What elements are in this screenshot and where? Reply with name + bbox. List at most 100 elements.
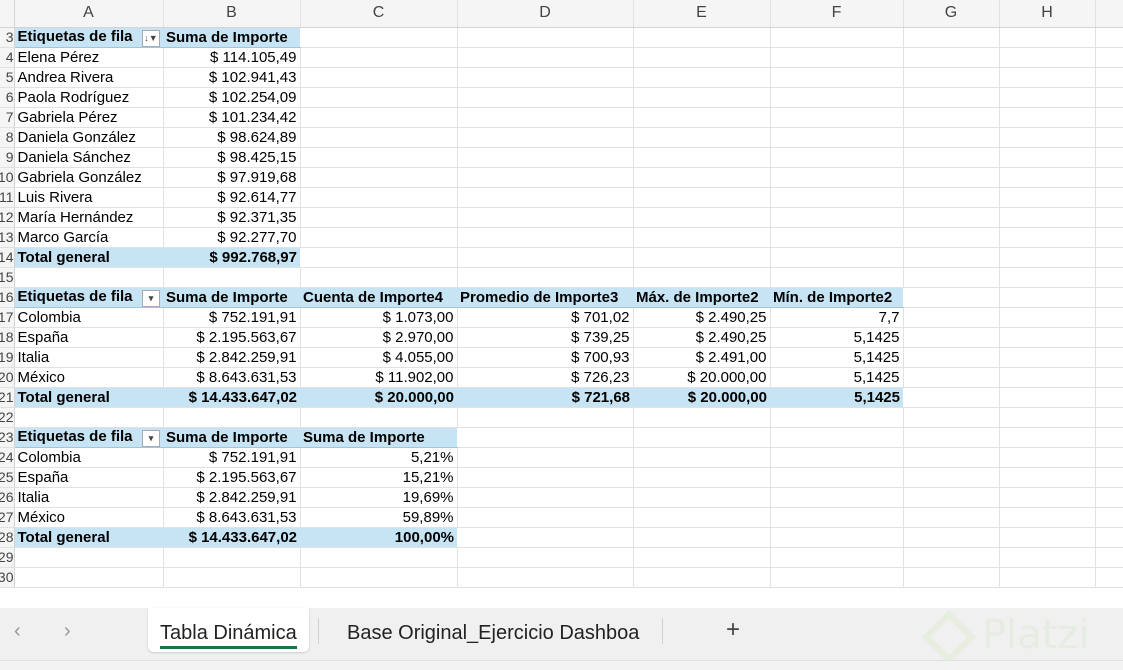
empty-cell[interactable] [1095,527,1123,548]
empty-cell[interactable] [163,567,301,588]
pivot-cell[interactable]: México [14,367,164,388]
pivot-cell[interactable]: $ 11.902,00 [300,367,458,388]
empty-cell[interactable] [300,407,458,428]
pivot-cell[interactable]: $ 8.643.631,53 [163,367,301,388]
empty-cell[interactable] [903,127,1000,148]
next-sheet-button[interactable]: › [64,620,71,643]
empty-cell[interactable] [1095,447,1123,468]
empty-cell[interactable] [1095,307,1123,328]
empty-cell[interactable] [999,367,1096,388]
empty-cell[interactable] [457,147,634,168]
column-header[interactable]: F [770,0,904,28]
pivot-header-cell[interactable]: ▾ Etiquetas de fila [14,287,163,308]
row-header[interactable]: 26 [0,487,15,508]
row-header[interactable]: 15 [0,267,15,288]
empty-cell[interactable] [1095,367,1123,388]
empty-cell[interactable] [999,87,1096,108]
row-header[interactable]: 20 [0,367,15,388]
pivot-cell[interactable]: $ 102.941,43 [163,67,301,88]
row-header[interactable]: 21 [0,387,15,408]
pivot-cell[interactable]: Italia [14,487,164,508]
empty-cell[interactable] [1095,147,1123,168]
pivot-header-cell[interactable]: Suma de Importe [300,427,457,448]
row-header[interactable]: 27 [0,507,15,528]
pivot-header-cell[interactable]: Máx. de Importe2 [633,287,770,308]
empty-cell[interactable] [457,407,634,428]
empty-cell[interactable] [1095,407,1123,428]
pivot-cell[interactable]: 5,1425 [770,367,904,388]
column-header[interactable]: G [903,0,1000,28]
filter-active-icon[interactable]: ↓▼ [142,29,160,46]
empty-cell[interactable] [457,127,634,148]
empty-cell[interactable] [903,487,1000,508]
empty-cell[interactable] [457,107,634,128]
empty-cell[interactable] [999,347,1096,368]
select-all-corner[interactable] [0,0,15,28]
empty-cell[interactable] [300,47,458,68]
empty-cell[interactable] [903,227,1000,248]
pivot-cell[interactable]: 5,1425 [770,327,904,348]
pivot-cell[interactable]: 59,89% [300,507,458,528]
empty-cell[interactable] [457,447,634,468]
empty-cell[interactable] [14,267,164,288]
empty-cell[interactable] [457,547,634,568]
empty-cell[interactable] [300,167,458,188]
empty-cell[interactable] [457,567,634,588]
empty-cell[interactable] [633,267,771,288]
empty-cell[interactable] [1095,247,1123,268]
empty-cell[interactable] [1095,327,1123,348]
empty-cell[interactable] [300,27,458,48]
empty-cell[interactable] [903,107,1000,128]
pivot-cell[interactable]: $ 739,25 [457,327,634,348]
empty-cell[interactable] [903,207,1000,228]
pivot-cell[interactable]: $ 20.000,00 [633,367,771,388]
empty-cell[interactable] [770,527,904,548]
empty-cell[interactable] [633,167,771,188]
empty-cell[interactable] [1095,507,1123,528]
empty-cell[interactable] [770,467,904,488]
empty-cell[interactable] [770,47,904,68]
empty-cell[interactable] [633,227,771,248]
empty-cell[interactable] [999,67,1096,88]
empty-cell[interactable] [903,187,1000,208]
empty-cell[interactable] [999,487,1096,508]
tab-tabla-dinamica[interactable]: Tabla Dinámica [148,608,309,652]
empty-cell[interactable] [1095,107,1123,128]
column-header[interactable]: D [457,0,634,28]
pivot-cell[interactable]: $ 2.195.563,67 [163,327,301,348]
pivot-cell[interactable]: $ 752.191,91 [163,447,301,468]
column-header[interactable]: B [163,0,301,28]
empty-cell[interactable] [999,427,1096,448]
empty-cell[interactable] [457,427,634,448]
empty-cell[interactable] [300,267,458,288]
pivot-total-cell[interactable]: $ 992.768,97 [163,246,300,268]
empty-cell[interactable] [633,487,771,508]
empty-cell[interactable] [633,47,771,68]
row-header[interactable]: 4 [0,47,15,68]
empty-cell[interactable] [903,527,1000,548]
pivot-cell[interactable]: $ 98.624,89 [163,127,301,148]
empty-cell[interactable] [457,267,634,288]
empty-cell[interactable] [770,447,904,468]
empty-cell[interactable] [999,507,1096,528]
empty-cell[interactable] [1095,47,1123,68]
empty-cell[interactable] [999,147,1096,168]
pivot-cell[interactable]: $ 2.491,00 [633,347,771,368]
pivot-cell[interactable]: Daniela González [14,127,164,148]
pivot-cell[interactable]: $ 92.277,70 [163,227,301,248]
empty-cell[interactable] [457,507,634,528]
pivot-cell[interactable]: $ 97.919,68 [163,167,301,188]
row-header[interactable]: 5 [0,67,15,88]
empty-cell[interactable] [903,387,1000,408]
empty-cell[interactable] [1095,27,1123,48]
empty-cell[interactable] [770,87,904,108]
empty-cell[interactable] [903,327,1000,348]
column-header[interactable]: E [633,0,771,28]
empty-cell[interactable] [1095,467,1123,488]
pivot-cell[interactable]: Daniela Sánchez [14,147,164,168]
pivot-cell[interactable]: Luis Rivera [14,187,164,208]
empty-cell[interactable] [633,467,771,488]
empty-cell[interactable] [457,527,634,548]
empty-cell[interactable] [999,567,1096,588]
pivot-cell[interactable]: 7,7 [770,307,904,328]
